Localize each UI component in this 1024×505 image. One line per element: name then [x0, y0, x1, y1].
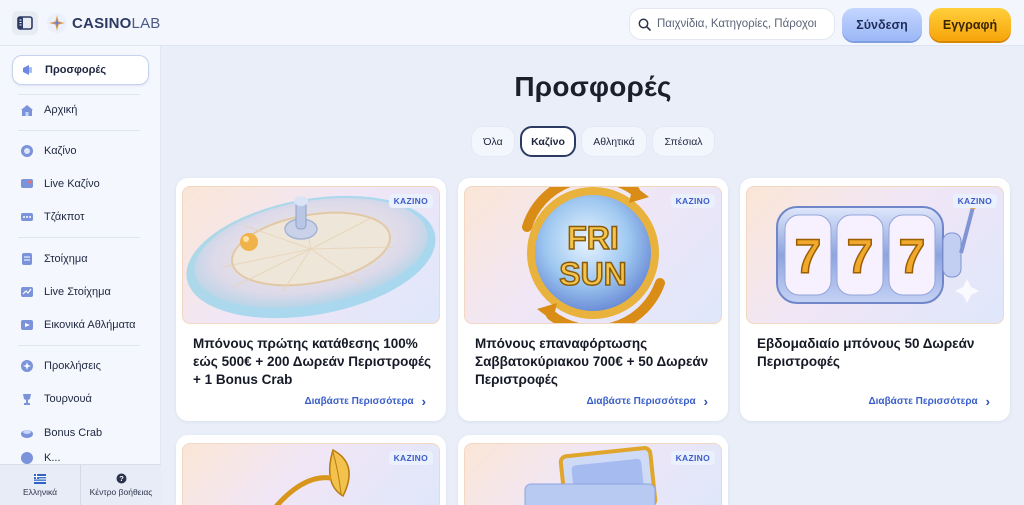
category-badge: ΚΑΖΙΝΟ: [388, 451, 433, 465]
casinolab-logo[interactable]: CASINOLAB: [46, 12, 161, 34]
read-more-link[interactable]: Διαβάστε Περισσότερα ›: [868, 394, 990, 409]
tab-casino[interactable]: Καζίνο: [520, 126, 576, 157]
challenges-icon: [20, 359, 34, 373]
virtual-sports-icon: [20, 318, 34, 332]
sidebar-item-label: Αρχική: [44, 104, 78, 116]
promo-title: Εβδομαδιαίο μπόνους 50 Δωρεάν Περιστροφέ…: [757, 336, 975, 369]
sidebar-item-label: Live Στοίχημα: [44, 286, 111, 298]
search-input[interactable]: Παιχνίδια, Κατηγορίες, Πάροχοι: [629, 8, 835, 40]
help-label: Κέντρο βοήθειας: [89, 487, 153, 497]
chevron-right-icon: ›: [421, 394, 426, 409]
svg-text:7: 7: [847, 231, 874, 284]
sidebar-item-casino[interactable]: Καζίνο: [12, 137, 149, 165]
read-more-link[interactable]: Διαβάστε Περισσότερα ›: [586, 394, 708, 409]
partial-icon: [20, 452, 34, 464]
sidebar-item-tournaments[interactable]: Τουρνουά: [12, 385, 149, 413]
sidebar-item-live-betting[interactable]: Live Στοίχημα: [12, 278, 149, 306]
promo-image-slot-777: 7 7 7 ΚΑΖΙΝΟ: [746, 186, 1004, 324]
sidebar-item-label: Τουρνουά: [44, 393, 92, 405]
language-label: Ελληνικά: [22, 486, 58, 497]
chevron-right-icon: ›: [985, 394, 990, 409]
category-badge: ΚΑΖΙΝΟ: [952, 194, 997, 208]
chevron-right-icon: ›: [703, 394, 708, 409]
trophy-icon: [20, 392, 34, 406]
promo-card[interactable]: ΚΑΖΙΝΟ: [176, 435, 446, 505]
promo-card[interactable]: 7 7 7 ΚΑΖΙΝΟ Εβδομαδιαίο μπόνους 50 Δωρε…: [740, 178, 1010, 421]
search-icon: [638, 18, 651, 31]
read-more-label: Διαβάστε Περισσότερα: [868, 396, 978, 407]
logo-text-bold: CASINO: [72, 14, 132, 32]
sidebar-item-betting[interactable]: Στοίχημα: [12, 245, 149, 273]
search-placeholder: Παιχνίδια, Κατηγορίες, Πάροχοι: [657, 18, 817, 30]
read-more-link[interactable]: Διαβάστε Περισσότερα ›: [304, 394, 426, 409]
sidebar-item-label: Καζίνο: [44, 145, 77, 157]
sidebar-item-partial[interactable]: Κ...: [12, 452, 149, 464]
help-icon: ?: [116, 473, 126, 484]
sidebar-item-live-casino[interactable]: Live Καζίνο: [12, 170, 149, 198]
promo-card[interactable]: ΚΑΖΙΝΟ: [458, 435, 728, 505]
jackpot-icon: [20, 210, 34, 224]
sidebar-item-home[interactable]: Αρχική: [12, 96, 149, 124]
sidebar-item-label: Τζάκποτ: [44, 211, 85, 223]
promo-card[interactable]: FRI SUN ΚΑΖΙΝΟ Μπόνους επαναφόρτωσης Σαβ…: [458, 178, 728, 421]
svg-text:7: 7: [899, 231, 926, 284]
sidebar: Προσφορές Αρχική Καζίνο Live Καζίνο Τζάκ…: [0, 46, 161, 505]
sidebar-divider: [18, 237, 140, 238]
greek-flag-icon: [34, 473, 46, 484]
promo-title: Μπόνους επαναφόρτωσης Σαββατοκύριακου 70…: [475, 336, 709, 387]
sidebar-item-label: Προκλήσεις: [44, 360, 101, 372]
sun-text: SUN: [559, 256, 627, 292]
sidebar-item-label: Live Καζίνο: [44, 178, 100, 190]
category-badge: ΚΑΖΙΝΟ: [670, 194, 715, 208]
tab-sports[interactable]: Αθλητικά: [581, 126, 647, 157]
sidebar-item-jackpot[interactable]: Τζάκποτ: [12, 203, 149, 231]
sidebar-divider: [18, 130, 140, 131]
tab-special[interactable]: Σπέσιαλ: [652, 126, 715, 157]
sidebar-item-bonus-crab[interactable]: Bonus Crab: [12, 419, 149, 447]
read-more-label: Διαβάστε Περισσότερα: [586, 396, 696, 407]
category-badge: ΚΑΖΙΝΟ: [388, 194, 433, 208]
casino-chip-icon: [20, 144, 34, 158]
live-betting-icon: [20, 285, 34, 299]
sidebar-item-promotions[interactable]: Προσφορές: [12, 55, 149, 85]
bonus-crab-icon: [20, 426, 34, 440]
sidebar-divider: [18, 94, 140, 95]
sidebar-item-label: Κ...: [44, 452, 61, 464]
promo-image-golden-leaf: ΚΑΖΙΝΟ: [182, 443, 440, 505]
sidebar-item-challenges[interactable]: Προκλήσεις: [12, 352, 149, 380]
top-header: CASINOLAB Παιχνίδια, Κατηγορίες, Πάροχοι…: [0, 0, 1024, 46]
login-button[interactable]: Σύνδεση: [842, 8, 922, 41]
sidebar-item-label: Προσφορές: [45, 64, 107, 76]
help-center-link[interactable]: ? Κέντρο βοήθειας: [80, 465, 161, 505]
home-icon: [20, 103, 34, 117]
sidebar-item-label: Εικονικά Αθλήματα: [44, 319, 136, 331]
register-button[interactable]: Εγγραφή: [929, 8, 1011, 41]
betslip-icon: [20, 252, 34, 266]
svg-text:?: ?: [119, 474, 124, 483]
promo-image-cash-stack: ΚΑΖΙΝΟ: [464, 443, 722, 505]
read-more-label: Διαβάστε Περισσότερα: [304, 396, 414, 407]
sidebar-item-label: Bonus Crab: [44, 427, 103, 439]
live-casino-icon: [20, 177, 34, 191]
promo-image-fri-sun: FRI SUN ΚΑΖΙΝΟ: [464, 186, 722, 324]
promo-title: Μπόνους πρώτης κατάθεσης 100% εώς 500€ +…: [193, 336, 432, 387]
logo-text-light: LAB: [131, 14, 161, 32]
tab-all[interactable]: Όλα: [471, 126, 515, 157]
sidebar-toggle-icon[interactable]: [12, 11, 38, 35]
category-badge: ΚΑΖΙΝΟ: [670, 451, 715, 465]
sidebar-divider: [18, 345, 140, 346]
logo-star-icon: [47, 13, 67, 33]
language-selector[interactable]: Ελληνικά: [0, 465, 80, 505]
megaphone-icon: [21, 63, 35, 77]
svg-text:7: 7: [795, 231, 822, 284]
promo-image-roulette: ΚΑΖΙΝΟ: [182, 186, 440, 324]
promo-card[interactable]: ΚΑΖΙΝΟ Μπόνους πρώτης κατάθεσης 100% εώς…: [176, 178, 446, 421]
sidebar-item-virtual-sports[interactable]: Εικονικά Αθλήματα: [12, 311, 149, 339]
page-title: Προσφορές: [514, 71, 672, 102]
sidebar-item-label: Στοίχημα: [44, 253, 88, 265]
sidebar-footer: Ελληνικά ? Κέντρο βοήθειας: [0, 464, 161, 505]
fri-text: FRI: [567, 220, 619, 256]
